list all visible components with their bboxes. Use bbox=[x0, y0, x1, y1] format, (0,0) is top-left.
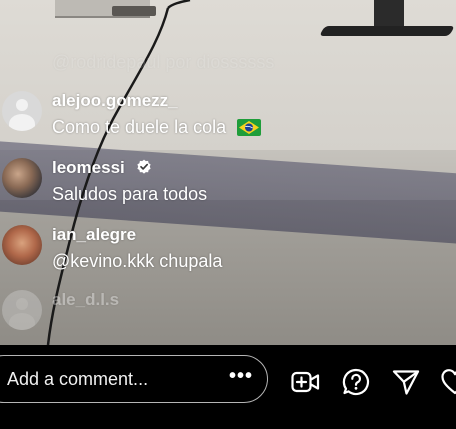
avatar-shoulders-shape bbox=[9, 313, 35, 330]
comment-username[interactable]: alejoo.gomezz_ bbox=[52, 91, 178, 111]
instagram-live-screen: @rodridepaul por diossssss alejoo.gomezz… bbox=[0, 0, 456, 429]
comment-username-row[interactable]: leomessi bbox=[52, 158, 152, 180]
question-icon[interactable] bbox=[341, 367, 371, 397]
comment-username[interactable]: leomessi bbox=[52, 158, 125, 177]
comment-text: @kevino.kkk chupala bbox=[52, 251, 223, 271]
comment-username[interactable]: ian_alegre bbox=[52, 225, 136, 245]
comment-text: Como te duele la cola bbox=[52, 117, 227, 137]
avatar-head-shape bbox=[16, 298, 28, 310]
brazil-flag-icon bbox=[237, 119, 262, 141]
avatar[interactable] bbox=[2, 91, 42, 131]
comment-text: Saludos para todos bbox=[52, 184, 208, 204]
verified-badge-icon bbox=[136, 159, 152, 180]
send-icon[interactable] bbox=[391, 367, 421, 397]
avatar[interactable] bbox=[2, 225, 42, 265]
avatar[interactable] bbox=[2, 158, 42, 198]
comment-input-placeholder[interactable]: Add a comment... bbox=[7, 369, 148, 390]
comment-text: @rodridepaul por diossssss bbox=[52, 52, 275, 72]
more-options-button[interactable]: ••• bbox=[226, 365, 256, 391]
avatar-shoulders-shape bbox=[9, 114, 35, 131]
avatar-head-shape bbox=[16, 99, 28, 111]
avatar bbox=[2, 290, 42, 330]
add-video-icon[interactable] bbox=[290, 367, 320, 397]
heart-icon[interactable] bbox=[440, 367, 456, 397]
comment-username: ale_d.l.s bbox=[52, 290, 120, 309]
bottom-bar: Add a comment... ••• bbox=[0, 345, 456, 429]
comment-text-row: Como te duele la cola bbox=[52, 117, 262, 141]
